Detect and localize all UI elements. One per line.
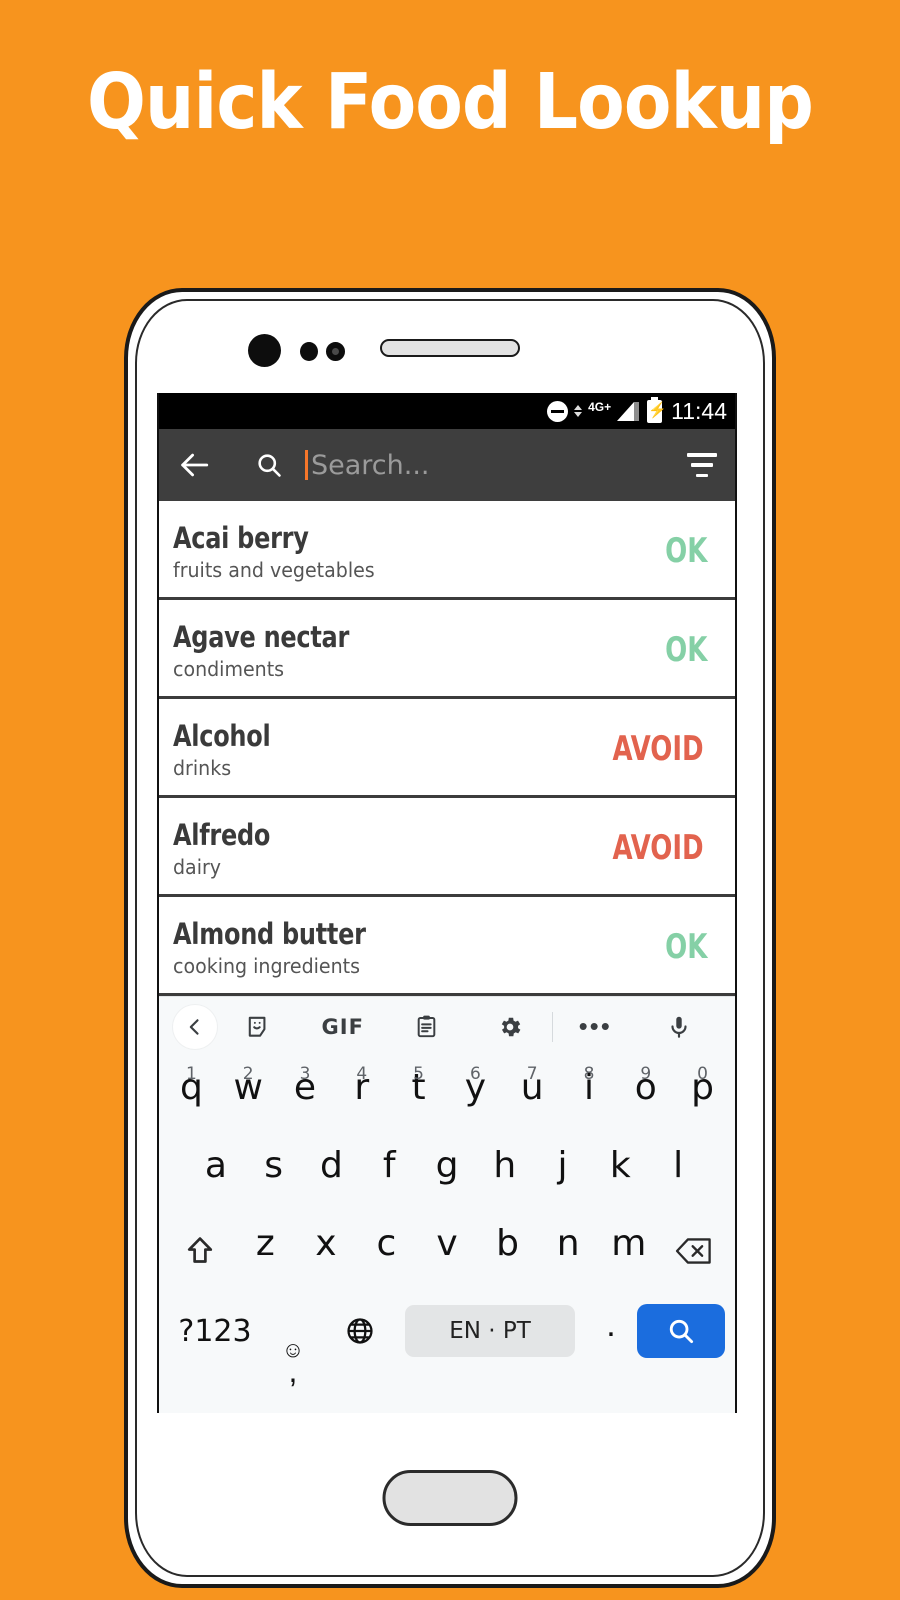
status-badge: OK (665, 531, 708, 571)
key-m[interactable]: m (598, 1212, 659, 1290)
table-row[interactable]: Almond butter cooking ingredients OK (159, 897, 735, 996)
food-name: Agave nectar (173, 619, 350, 654)
key-s[interactable]: s (245, 1134, 303, 1212)
key-c[interactable]: c (356, 1212, 417, 1290)
network-indicator: 4G+ (588, 401, 611, 421)
keyboard-row-1: 1q 2w 3e 4r 5t 6y 7u 8i 9o 0p (159, 1056, 735, 1134)
gear-icon[interactable] (468, 1014, 552, 1040)
food-list: Acai berry fruits and vegetables OK Agav… (159, 501, 735, 996)
search-placeholder: Search... (311, 449, 430, 481)
food-category: fruits and vegetables (173, 557, 375, 582)
camera-lens-icon (248, 334, 281, 367)
clipboard-icon[interactable] (385, 1014, 469, 1039)
filter-icon[interactable] (687, 453, 717, 477)
key-i[interactable]: 8i (561, 1056, 618, 1134)
food-name: Acai berry (173, 520, 309, 555)
light-sensor-icon (326, 342, 345, 361)
on-screen-keyboard: GIF ••• 1 q 2 w 3 e 4 r 5 t 6 y 7 u 8 i … (159, 996, 735, 1413)
table-row[interactable]: Acai berry fruits and vegetables OK (159, 501, 735, 600)
phone-screen: 4G+ 11:44 Search... (157, 393, 737, 1413)
food-name: Alcohol (173, 718, 271, 753)
key-a[interactable]: a (187, 1134, 245, 1212)
do-not-disturb-icon (547, 400, 569, 422)
status-badge: OK (665, 927, 708, 967)
more-options-button[interactable]: ••• (553, 1013, 637, 1038)
keyboard-row-4: ?123 ☺ , EN · PT . (159, 1290, 735, 1389)
battery-charging-icon (647, 396, 667, 423)
key-l[interactable]: l (649, 1134, 707, 1212)
key-z[interactable]: z (235, 1212, 296, 1290)
home-button[interactable] (382, 1470, 518, 1526)
food-category: dairy (173, 854, 222, 879)
food-category: drinks (173, 755, 232, 780)
food-category: cooking ingredients (173, 953, 361, 978)
comma-label: , (288, 1353, 298, 1389)
key-g[interactable]: g (418, 1134, 476, 1212)
spacebar[interactable]: EN · PT (405, 1305, 575, 1357)
status-badge: AVOID (612, 828, 704, 868)
search-input[interactable]: Search... (305, 450, 687, 481)
earpiece-speaker-icon (380, 339, 520, 357)
status-badge: OK (665, 630, 708, 670)
keyboard-row-2: a s d f g h j k l (159, 1134, 735, 1212)
phone-mockup: 4G+ 11:44 Search... (124, 288, 776, 1588)
shift-arrow-icon[interactable] (165, 1212, 235, 1290)
key-f[interactable]: f (360, 1134, 418, 1212)
search-icon (211, 451, 283, 479)
key-x[interactable]: x (296, 1212, 357, 1290)
period-key[interactable]: . (585, 1308, 637, 1347)
key-q[interactable]: 1q (163, 1056, 220, 1134)
signal-bars-icon (617, 401, 640, 421)
key-k[interactable]: k (591, 1134, 649, 1212)
food-name: Almond butter (173, 916, 366, 951)
key-w[interactable]: 2w (220, 1056, 277, 1134)
key-b[interactable]: b (477, 1212, 538, 1290)
keyboard-row-3: z x c v b n m (159, 1212, 735, 1290)
key-n[interactable]: n (538, 1212, 599, 1290)
proximity-sensor-icon (300, 342, 318, 361)
key-j[interactable]: j (534, 1134, 592, 1212)
microphone-icon[interactable] (637, 1014, 721, 1040)
key-t[interactable]: 5t (390, 1056, 447, 1134)
symbols-key[interactable]: ?123 (169, 1314, 261, 1349)
page-title: Quick Food Lookup (87, 58, 814, 147)
network-type-label: 4G+ (588, 400, 612, 414)
key-y[interactable]: 6y (447, 1056, 504, 1134)
key-p[interactable]: 0p (674, 1056, 731, 1134)
key-d[interactable]: d (303, 1134, 361, 1212)
table-row[interactable]: Alcohol drinks AVOID (159, 699, 735, 798)
globe-icon[interactable] (325, 1315, 395, 1347)
food-name: Alfredo (173, 817, 271, 852)
gif-button[interactable]: GIF (301, 1015, 385, 1039)
text-cursor (305, 450, 308, 480)
keyboard-toolbar: GIF ••• (159, 996, 735, 1056)
search-toolbar: Search... (159, 429, 735, 501)
key-r[interactable]: 4r (333, 1056, 390, 1134)
back-button[interactable] (177, 448, 211, 482)
key-v[interactable]: v (417, 1212, 478, 1290)
sticker-icon[interactable] (217, 1014, 301, 1040)
key-u[interactable]: 7u (504, 1056, 561, 1134)
backspace-icon[interactable] (659, 1212, 729, 1290)
food-category: condiments (173, 656, 285, 681)
table-row[interactable]: Agave nectar condiments OK (159, 600, 735, 699)
keyboard-back-button[interactable] (173, 1004, 217, 1049)
key-o[interactable]: 9o (617, 1056, 674, 1134)
table-row[interactable]: Alfredo dairy AVOID (159, 798, 735, 897)
data-transfer-arrows-icon (574, 405, 583, 417)
status-clock: 11:44 (671, 397, 727, 424)
search-submit-button[interactable] (637, 1304, 725, 1358)
key-h[interactable]: h (476, 1134, 534, 1212)
status-badge: AVOID (612, 729, 704, 769)
key-e[interactable]: 3e (277, 1056, 334, 1134)
status-bar: 4G+ 11:44 (159, 393, 735, 429)
